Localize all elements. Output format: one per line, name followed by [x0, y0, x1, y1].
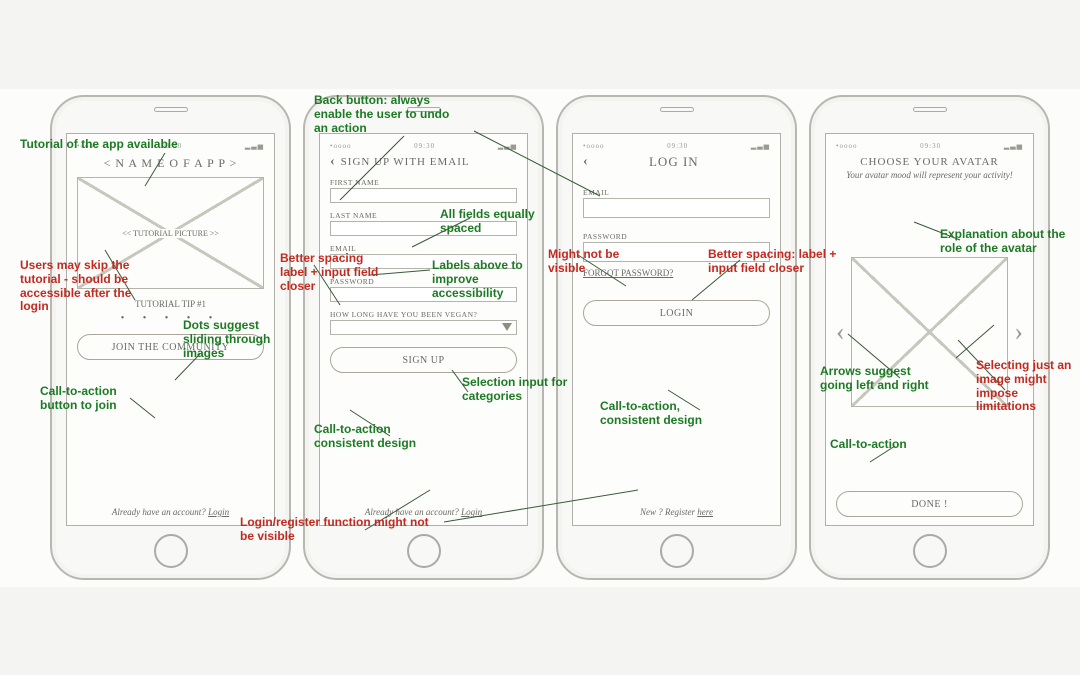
- signup-button[interactable]: SIGN UP: [330, 347, 517, 373]
- login-title: LOG IN: [649, 154, 699, 170]
- firstname-field[interactable]: FIRST NAME: [330, 178, 517, 203]
- ann-arrows-lr: Arrows suggest going left and right: [820, 365, 940, 393]
- ann-back-button: Back button: always enable the user to u…: [314, 94, 464, 135]
- avatar-prev-icon[interactable]: ‹: [836, 317, 845, 347]
- avatar-title: CHOOSE YOUR AVATAR: [836, 156, 1023, 168]
- phone-speaker: [660, 107, 694, 112]
- screen-login: •oooo 09:30 ▂▃▅ ‹ LOG IN EMAIL PASSWORD …: [572, 133, 781, 526]
- phone-speaker: [154, 107, 188, 112]
- avatar-subtitle: Your avatar mood will represent your act…: [836, 170, 1023, 180]
- ann-labels-above: Labels above to improve accessibility: [432, 259, 542, 300]
- signup-title: SIGN UP WITH EMAIL: [341, 156, 470, 168]
- ann-fields-spaced: All fields equally spaced: [440, 208, 540, 236]
- ann-select-cat: Selection input for categories: [462, 376, 572, 404]
- screen-signup: •oooo 09:30 ▂▃▅ ‹ SIGN UP WITH EMAIL FIR…: [319, 133, 528, 526]
- ann-select-limit: Selecting just an image might impose lim…: [976, 359, 1080, 414]
- screen-avatar: •oooo 09:30 ▂▃▅ CHOOSE YOUR AVATAR Your …: [825, 133, 1034, 526]
- back-chevron-icon[interactable]: ‹: [583, 154, 588, 170]
- phone-speaker: [913, 107, 947, 112]
- ann-cta-consistent: Call-to-action consistent design: [314, 423, 424, 451]
- register-link[interactable]: New ? Register here: [583, 507, 770, 517]
- ann-tutorial-available: Tutorial of the app available: [20, 138, 178, 152]
- home-button[interactable]: [154, 534, 188, 568]
- login-link[interactable]: Already have an account? Login: [77, 507, 264, 517]
- phone-frame-3: •oooo 09:30 ▂▃▅ ‹ LOG IN EMAIL PASSWORD …: [556, 95, 797, 580]
- ann-explain-avatar: Explanation about the role of the avatar: [940, 228, 1070, 256]
- ann-login-reg-visible: Login/register function might not be vis…: [240, 516, 430, 544]
- status-bar: •oooo 09:30 ▂▃▅: [836, 142, 1023, 152]
- ann-cta-consistent2: Call-to-action, consistent design: [600, 400, 740, 428]
- back-chevron-icon[interactable]: ‹: [330, 154, 335, 170]
- ann-might-not-visible: Might not be visible: [548, 248, 638, 276]
- email-field[interactable]: EMAIL: [583, 188, 770, 218]
- avatar-next-icon[interactable]: ›: [1014, 317, 1023, 347]
- app-title: < N A M E O F A P P >: [77, 156, 264, 171]
- ann-cta4: Call-to-action: [830, 438, 907, 452]
- ann-cta-join: Call-to-action button to join: [40, 385, 140, 413]
- status-bar: •oooo 09:30 ▂▃▅: [330, 142, 517, 152]
- dropdown-triangle-icon: [502, 323, 512, 331]
- vegan-duration-select[interactable]: HOW LONG HAVE YOU BEEN VEGAN?: [330, 310, 517, 335]
- home-button[interactable]: [660, 534, 694, 568]
- phone-frame-4: •oooo 09:30 ▂▃▅ CHOOSE YOUR AVATAR Your …: [809, 95, 1050, 580]
- ann-better-spacing-left: Better spacing label + input field close…: [280, 252, 390, 293]
- status-bar: •oooo 09:30 ▂▃▅: [583, 142, 770, 152]
- ann-skip-tutorial: Users may skip the tutorial - should be …: [20, 259, 150, 314]
- home-button[interactable]: [913, 534, 947, 568]
- login-button[interactable]: LOGIN: [583, 300, 770, 326]
- phone-frame-2: •oooo 09:30 ▂▃▅ ‹ SIGN UP WITH EMAIL FIR…: [303, 95, 544, 580]
- ann-better-spacing-right: Better spacing: label + input field clos…: [708, 248, 858, 276]
- ann-dots-suggest: Dots suggest sliding through images: [183, 319, 283, 360]
- done-button[interactable]: DONE !: [836, 491, 1023, 517]
